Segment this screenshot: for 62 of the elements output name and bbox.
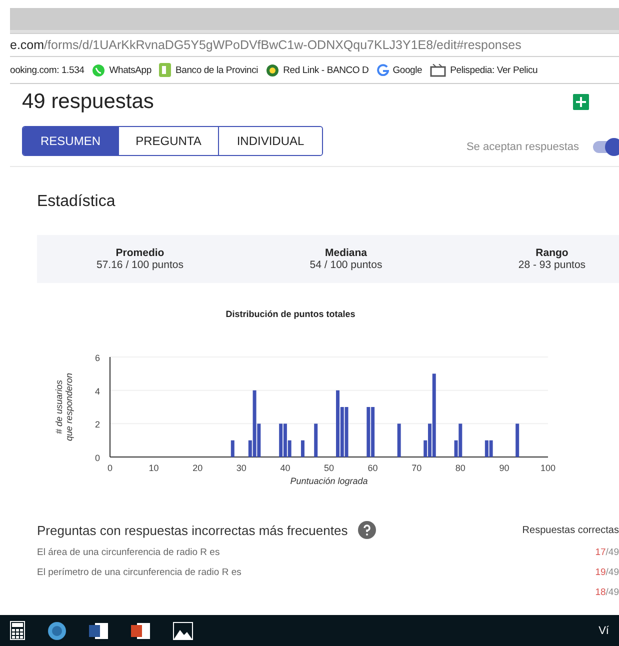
film-icon (430, 64, 446, 76)
x-tick-label: 80 (455, 463, 466, 473)
document-icon[interactable] (89, 622, 109, 640)
stat-label: Rango (536, 247, 568, 259)
responses-count-title: 49 respuestas (22, 90, 154, 114)
calculator-icon[interactable] (10, 621, 25, 640)
question-text: El área de una circunferencia de radio R es (37, 547, 220, 559)
x-tick-label: 90 (499, 463, 510, 473)
accepting-toggle[interactable] (593, 141, 619, 153)
y-tick-label: 2 (94, 420, 100, 430)
x-tick-label: 100 (540, 463, 556, 473)
bookmark-link[interactable]: Pelispedia: Ver Pelicu (430, 64, 538, 76)
x-tick-label: 40 (280, 463, 290, 473)
histogram-bar (230, 440, 234, 457)
y-tick-label: 0 (94, 453, 100, 463)
bookmark-link[interactable]: ooking.com: 1.534 (10, 64, 84, 76)
x-tick-label: 0 (108, 463, 112, 473)
stat-value: 28 - 93 puntos (518, 259, 586, 271)
column-header: Respuestas correctas (522, 524, 619, 536)
y-tick-label: 6 (94, 353, 100, 363)
chart-title: Distribución de puntos totales (226, 309, 356, 319)
question-text: El perímetro de una circunferencia de radio R es (37, 567, 242, 579)
x-tick-label: 70 (412, 463, 422, 473)
bookmark-link[interactable]: Banco de la Provinci (159, 63, 258, 77)
stat-label: Mediana (324, 247, 367, 259)
slides-icon[interactable] (131, 622, 151, 640)
bookmark-link[interactable]: WhatsApp (92, 64, 152, 76)
view-tab[interactable]: RESUMEN (23, 127, 118, 155)
x-axis-title: Puntuación lograda (290, 476, 368, 486)
spreadsheet-icon[interactable] (573, 94, 589, 110)
histogram-bar (314, 424, 318, 457)
accepting-responses-label: Se aceptan respuestas (466, 141, 579, 153)
bookmark-link[interactable]: Google (376, 64, 422, 76)
disc-icon[interactable] (47, 620, 67, 640)
correct-count: 19/49 (595, 567, 619, 579)
histogram-bar (397, 424, 401, 457)
x-tick-label: 30 (236, 463, 246, 473)
x-tick-label: 60 (368, 463, 378, 473)
x-tick-label: 50 (324, 463, 334, 473)
link-icon (266, 64, 280, 76)
section-title: Estadística (37, 193, 116, 211)
correct-count: 18/49 (595, 587, 619, 599)
help-icon[interactable] (358, 521, 376, 539)
view-tab[interactable]: INDIVIDUAL (218, 127, 322, 155)
section-title: Preguntas con respuestas incorrectas más frecuentes (37, 522, 348, 538)
x-tick-label: 20 (192, 463, 203, 473)
correct-count: 17/49 (595, 547, 619, 559)
stat-value: 54 / 100 puntos (310, 259, 382, 271)
google-icon (376, 64, 389, 76)
y-tick-label: 4 (94, 386, 100, 396)
address-bar[interactable]: e.com/forms/d/1UArKkRvnaDG5Y5gWPoDVfBwC1w-ODNXQqu7KLJ3Y1E8/edit#responses (10, 33, 619, 57)
y-axis-title: # de usuarios que responderon (54, 372, 74, 442)
histogram-bar (300, 440, 304, 457)
x-tick-label: 10 (148, 463, 159, 473)
bookmark-link[interactable]: Red Link - BANCO D (266, 64, 369, 76)
stat-label: Promedio (116, 247, 164, 259)
chat-icon (92, 64, 106, 76)
bank-icon (159, 63, 172, 77)
stat-value: 57.16 / 100 puntos (96, 259, 184, 271)
tray-text: Ví (598, 624, 609, 636)
landscape-icon[interactable] (173, 622, 193, 640)
histogram-bar (516, 424, 520, 457)
